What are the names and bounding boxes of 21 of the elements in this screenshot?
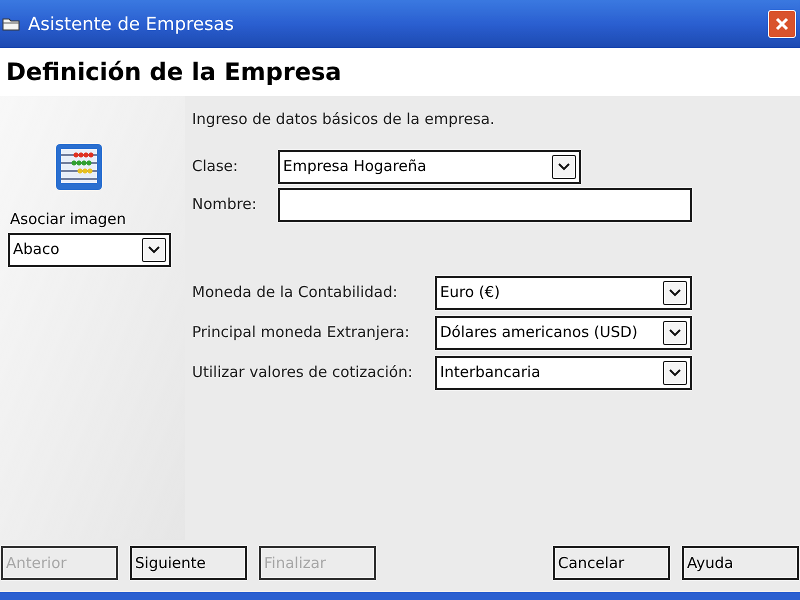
close-icon: [774, 16, 790, 32]
close-button[interactable]: [768, 10, 796, 38]
image-label: Asociar imagen: [10, 209, 126, 230]
dropdown[interactable]: Empresa Hogareña: [278, 150, 581, 184]
dropdown[interactable]: Dólares americanos (USD): [435, 316, 692, 350]
dropdown[interactable]: Interbancaria: [435, 356, 692, 390]
field-label: Nombre:: [192, 194, 258, 216]
field-label: Moneda de la Contabilidad:: [192, 282, 399, 304]
input-field[interactable]: [278, 188, 692, 222]
dropdown[interactable]: Abaco: [8, 232, 171, 266]
wizard-button[interactable]: Cancelar: [553, 546, 670, 580]
dropdown[interactable]: Euro (€): [435, 276, 692, 310]
field-label: Clase:: [192, 156, 239, 178]
field-label: Principal moneda Extranjera:: [192, 322, 411, 344]
wizard-button[interactable]: Siguiente: [130, 546, 247, 580]
field-label: Utilizar valores de cotización:: [192, 362, 414, 384]
folder-icon: [2, 17, 20, 31]
window-title: Asistente de Empresas: [28, 12, 234, 36]
page-heading: Definición de la Empresa: [6, 57, 342, 88]
wizard-button[interactable]: Ayuda: [682, 546, 799, 580]
intro-text: Ingreso de datos básicos de la empresa.: [192, 109, 496, 130]
